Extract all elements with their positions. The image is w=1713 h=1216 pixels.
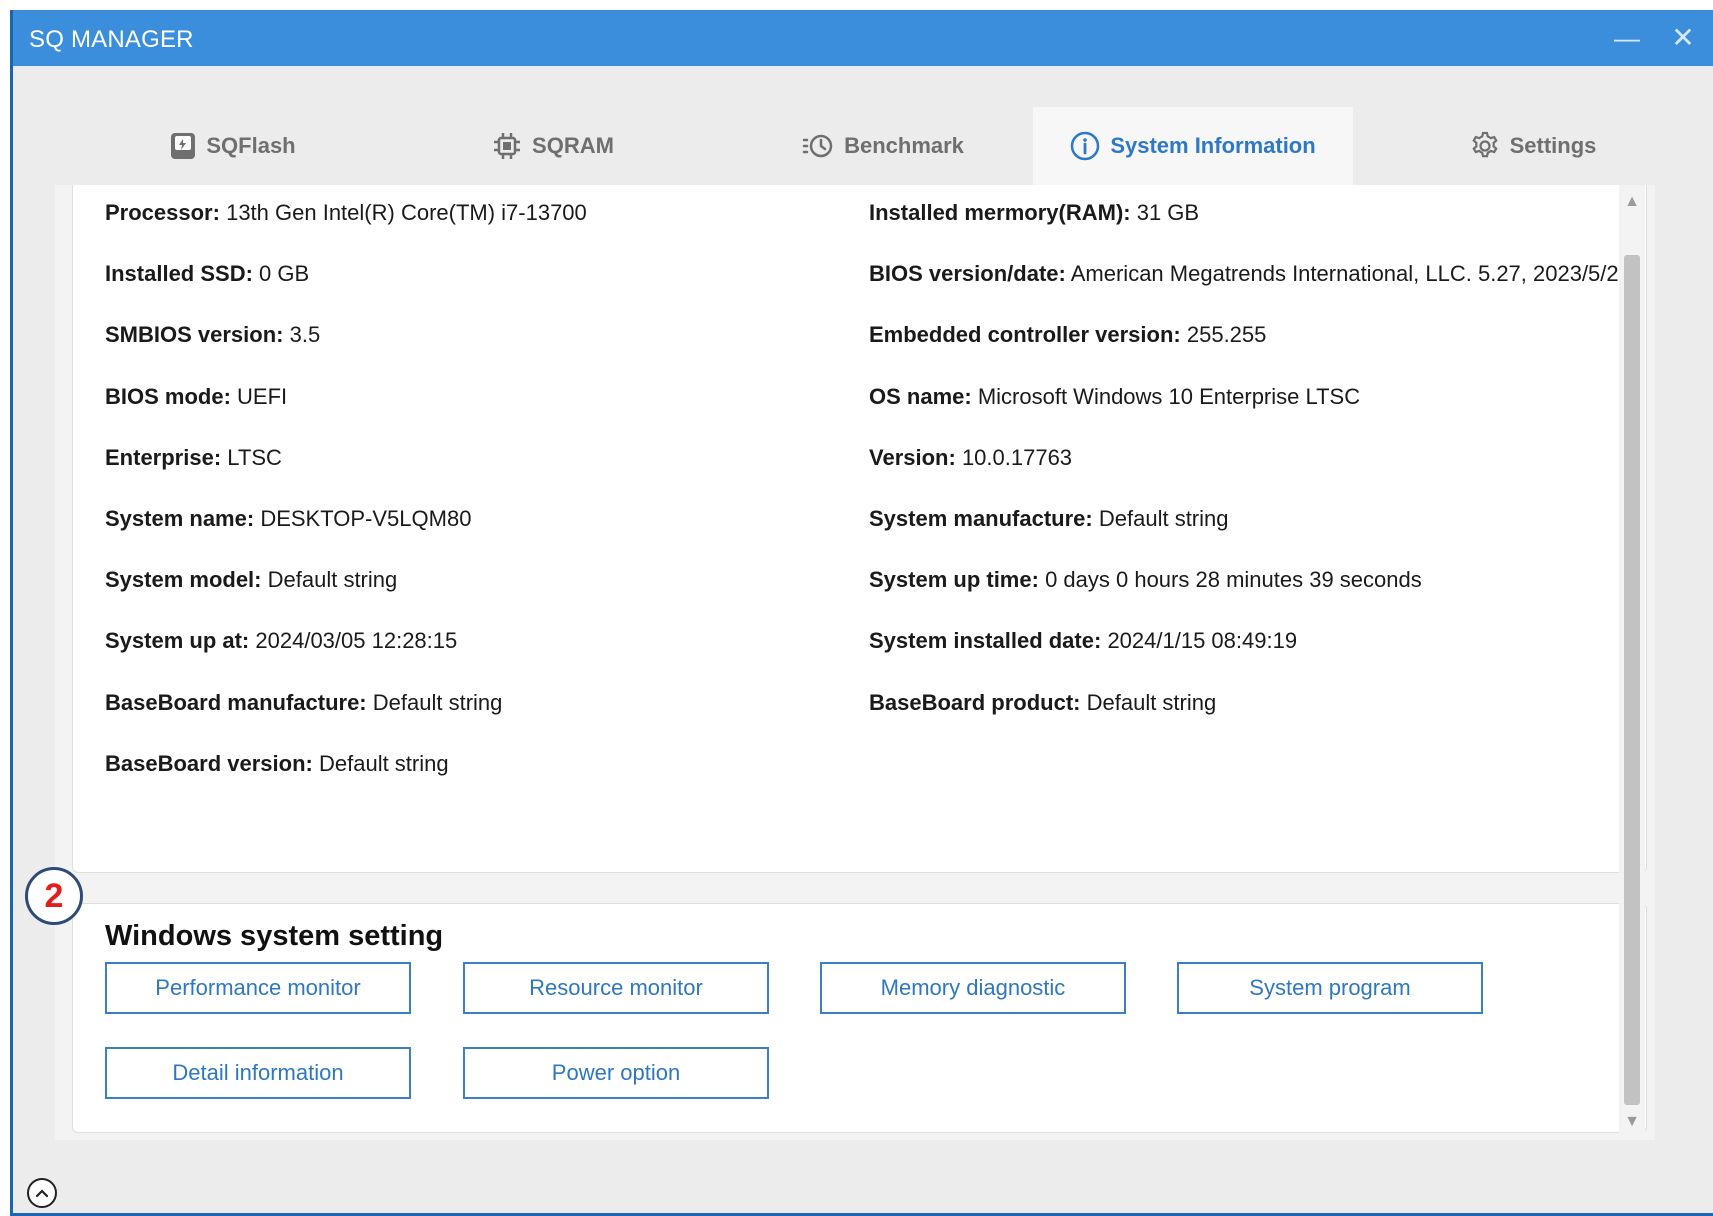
info-smbios-version: SMBIOS version: 3.5 (105, 322, 321, 347)
system-program-button[interactable]: System program (1177, 962, 1483, 1014)
info-system-manufacture: System manufacture: Default string (869, 506, 1229, 531)
tab-benchmark[interactable]: Benchmark (773, 107, 993, 185)
info-system-installed-date: System installed date: 2024/1/15 08:49:1… (869, 628, 1298, 653)
scroll-down-arrow-icon[interactable]: ▼ (1619, 1113, 1645, 1133)
close-button[interactable]: ✕ (1661, 18, 1705, 58)
section-title: Windows system setting (105, 920, 444, 952)
info-system-up-time: System up time: 0 days 0 hours 28 minute… (869, 567, 1422, 592)
info-installed-ssd: Installed SSD: 0 GB (105, 261, 310, 286)
info-baseboard-version: BaseBoard version: Default string (105, 751, 449, 776)
tab-label: Benchmark (844, 133, 964, 158)
tab-label: SQRAM (532, 133, 614, 158)
info-version: Version: 10.0.17763 (869, 445, 1073, 470)
detail-information-button[interactable]: Detail information (105, 1047, 411, 1099)
title-bar[interactable]: SQ MANAGER — ✕ (13, 10, 1713, 66)
minimize-button[interactable]: — (1605, 18, 1649, 58)
tab-sqflash[interactable]: SQFlash (133, 107, 333, 185)
info-processor: Processor: 13th Gen Intel(R) Core(TM) i7… (105, 200, 587, 225)
tab-settings[interactable]: Settings (1413, 107, 1653, 185)
app-window: SQ MANAGER — ✕ SQFlash SQRAM Benchmark S… (10, 10, 1713, 1216)
tab-sqram[interactable]: SQRAM (433, 107, 673, 185)
vertical-scrollbar[interactable]: ▲ ▼ (1619, 185, 1645, 1140)
info-system-name: System name: DESKTOP-V5LQM80 (105, 506, 472, 531)
power-option-button[interactable]: Power option (463, 1047, 769, 1099)
tab-label: Settings (1509, 133, 1597, 158)
windows-system-setting-panel: Windows system setting Performance monit… (72, 903, 1647, 1133)
info-bios-mode: BIOS mode: UEFI (105, 384, 288, 409)
chevron-up-icon (35, 1189, 49, 1198)
info-os-name: OS name: Microsoft Windows 10 Enterprise… (869, 384, 1361, 409)
memory-diagnostic-button[interactable]: Memory diagnostic (820, 962, 1126, 1014)
performance-monitor-button[interactable]: Performance monitor (105, 962, 411, 1014)
sqflash-icon (171, 133, 196, 159)
collapse-button[interactable] (27, 1178, 57, 1208)
resource-monitor-button[interactable]: Resource monitor (463, 962, 769, 1014)
tab-label: SQFlash (206, 133, 296, 158)
info-system-model: System model: Default string (105, 567, 398, 592)
step-number-badge: 2 (25, 867, 83, 925)
gear-icon (1471, 131, 1498, 158)
info-enterprise: Enterprise: LTSC (105, 445, 282, 470)
scroll-up-arrow-icon[interactable]: ▲ (1619, 193, 1645, 213)
window-title: SQ MANAGER (29, 26, 194, 53)
info-icon (1071, 131, 1100, 161)
tab-bar: SQFlash SQRAM Benchmark System Informati… (13, 107, 1713, 185)
tab-label: System Information (1110, 133, 1316, 158)
info-baseboard-product: BaseBoard product: Default string (869, 690, 1217, 715)
system-information-content: Processor: 13th Gen Intel(R) Core(TM) i7… (55, 185, 1655, 1140)
info-system-up-at: System up at: 2024/03/05 12:28:15 (105, 628, 458, 653)
info-installed-memory: Installed mermory(RAM): 31 GB (869, 200, 1200, 225)
tab-system-information[interactable]: System Information (1033, 107, 1353, 185)
scroll-thumb[interactable] (1624, 255, 1640, 1105)
chip-icon (494, 133, 521, 159)
info-bios-version-date: BIOS version/date: American Megatrends I… (869, 261, 1619, 286)
info-baseboard-manufacture: BaseBoard manufacture: Default string (105, 690, 503, 715)
info-embedded-controller-version: Embedded controller version: 255.255 (869, 322, 1267, 347)
benchmark-clock-icon (802, 134, 833, 158)
system-info-panel: Processor: 13th Gen Intel(R) Core(TM) i7… (72, 185, 1647, 873)
